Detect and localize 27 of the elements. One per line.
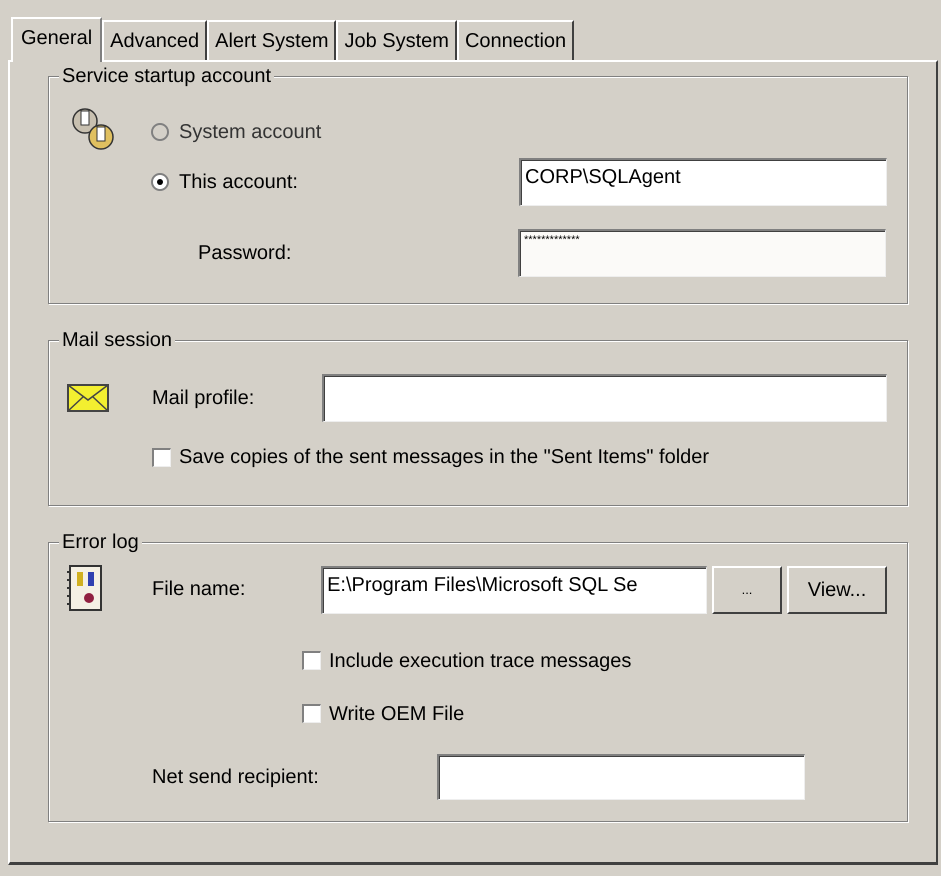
field-label: Net send recipient:	[152, 765, 320, 790]
checkbox[interactable]	[152, 448, 171, 466]
radio-label: System account	[179, 120, 322, 145]
net-send-recipient-field[interactable]	[437, 754, 805, 800]
view-button[interactable]: View...	[787, 566, 887, 614]
tab[interactable]: Job System	[336, 20, 457, 60]
radio-button[interactable]	[151, 173, 169, 191]
field-label: File name:	[152, 577, 246, 602]
mail-profile-field[interactable]	[322, 374, 887, 422]
checkbox[interactable]	[302, 704, 321, 723]
browse-button[interactable]: ...	[712, 566, 782, 614]
checkbox[interactable]	[302, 651, 321, 670]
tab[interactable]: Connection	[456, 20, 574, 60]
file-name-field[interactable]: E:\Program Files\Microsoft SQL Se	[321, 566, 707, 614]
tab[interactable]: General	[11, 17, 102, 62]
checkbox-label: Include execution trace messages	[329, 648, 632, 674]
tab[interactable]: Advanced	[102, 20, 208, 60]
checkbox-label: Write OEM File	[329, 702, 464, 726]
tab[interactable]: Alert System	[207, 20, 336, 60]
password-field[interactable]: *************	[518, 229, 886, 277]
field-label: Mail profile:	[152, 386, 256, 411]
account-field[interactable]: CORP\SQLAgent	[519, 158, 887, 206]
notebook-icon	[67, 564, 103, 612]
field-label: Password:	[198, 241, 292, 266]
checkbox-label: Save copies of the sent messages in the "Sent Items" folder	[179, 445, 710, 470]
envelope-icon	[67, 384, 109, 412]
radio-label: This account:	[179, 170, 299, 195]
